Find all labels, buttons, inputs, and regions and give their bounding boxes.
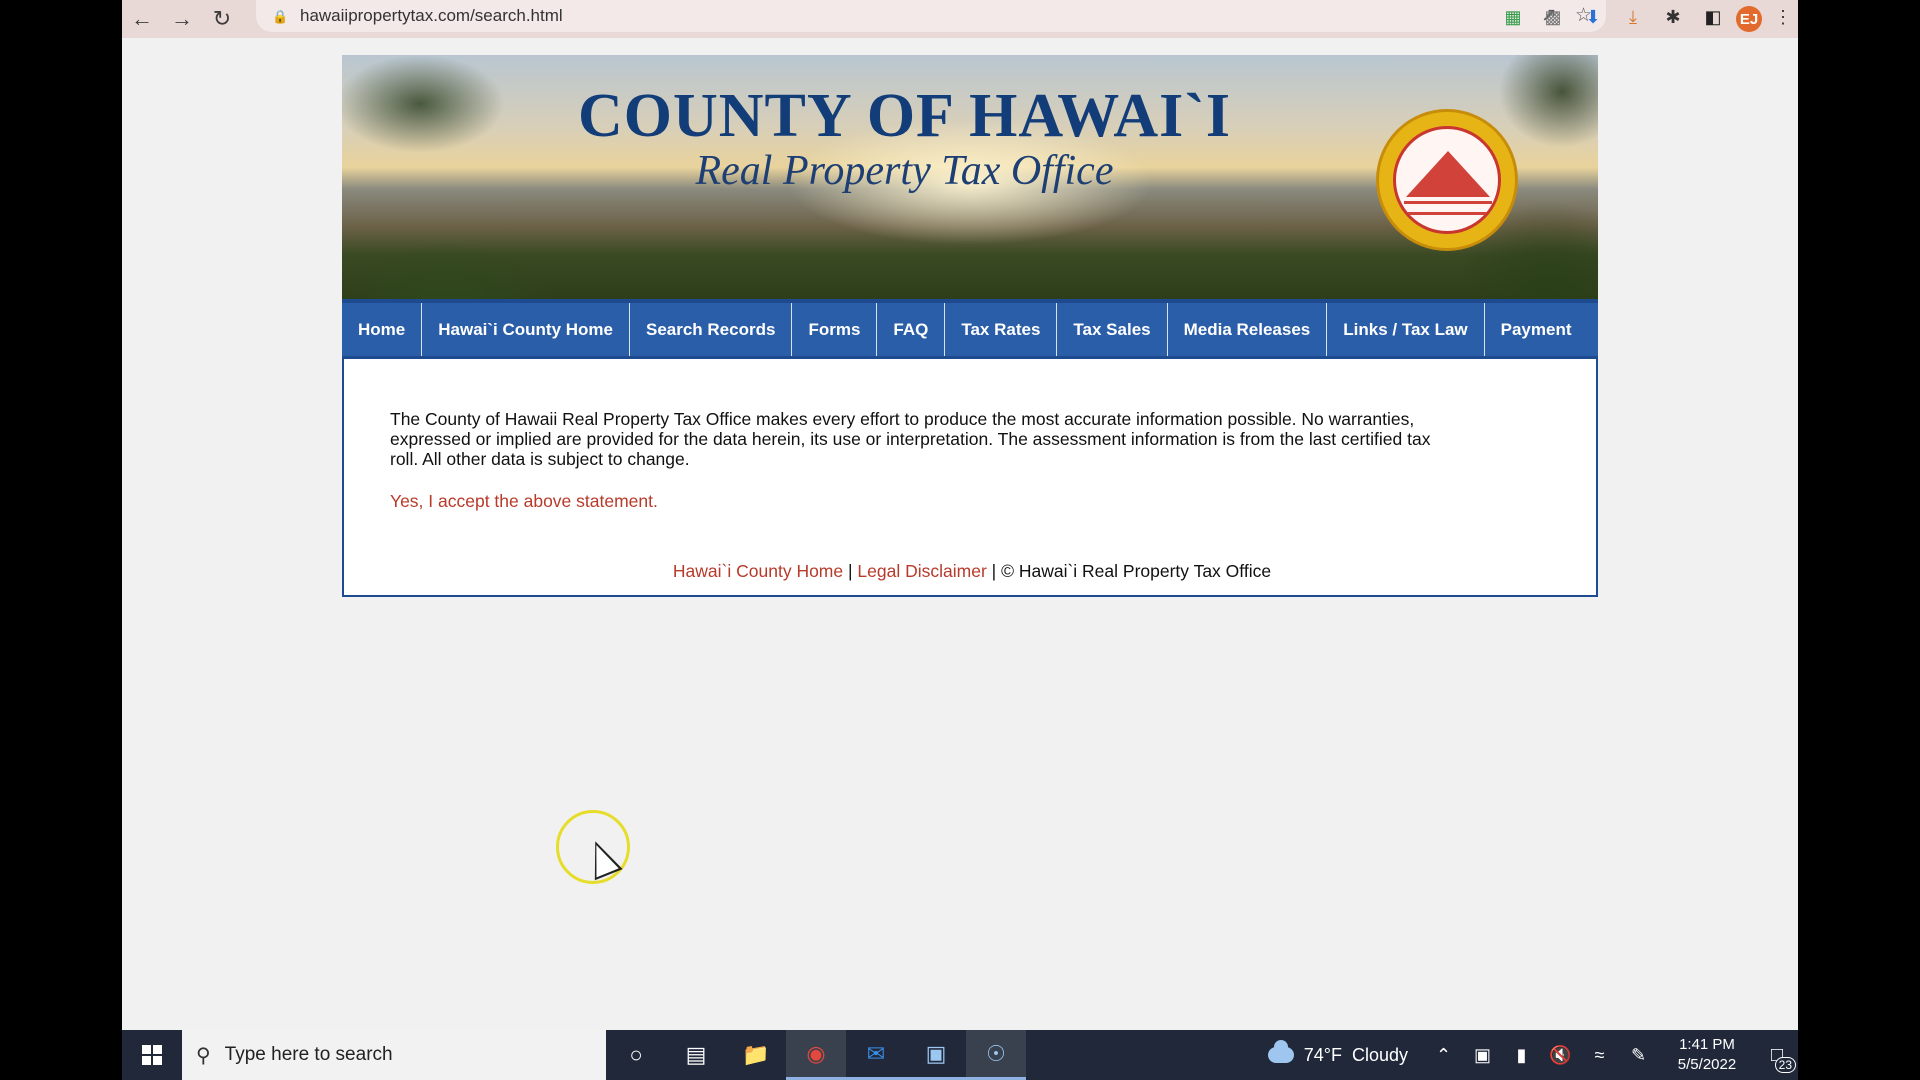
address-bar[interactable]: 🔒 hawaiipropertytax.com/search.html ↗ ☆ [256,0,1606,32]
nav-tax-rates[interactable]: Tax Rates [945,303,1058,356]
banner-subtitle: Real Property Tax Office [695,148,1114,194]
main-nav: Home Hawai`i County Home Search Records … [342,299,1598,359]
outlook-icon[interactable]: ✉ [846,1030,906,1080]
extension-icon[interactable]: ▦ [1500,3,1526,31]
nav-faq[interactable]: FAQ [877,303,946,356]
taskbar-search[interactable]: ⚲ Type here to search [182,1030,606,1080]
search-placeholder: Type here to search [224,1044,393,1065]
menu-dots-icon[interactable]: ⋮ [1770,3,1796,31]
system-tray: 74°F Cloudy ⌃ ▣ ▮ 🔇 ≈ ✎ 1:41 PM 5/5/2022… [1267,1030,1798,1080]
footer-separator: | [991,561,997,581]
pen-icon[interactable]: ✎ [1619,1045,1658,1066]
side-panel-icon[interactable]: ◧ [1700,3,1726,31]
weather-widget[interactable]: 74°F Cloudy [1267,1040,1408,1066]
nav-links-tax-law[interactable]: Links / Tax Law [1327,303,1485,356]
screen-recorder-icon[interactable]: ☉ [966,1030,1026,1080]
cloud-icon [1267,1040,1294,1063]
lock-icon: 🔒 [272,9,289,24]
photos-app-icon[interactable]: ▣ [906,1030,966,1080]
nav-media-releases[interactable]: Media Releases [1168,303,1328,356]
chevron-up-icon[interactable]: ⌃ [1424,1045,1463,1066]
banner-title: COUNTY OF HAWAI`I [577,82,1232,150]
nav-county-home[interactable]: Hawai`i County Home [422,303,630,356]
nav-search-records[interactable]: Search Records [630,303,793,356]
disclaimer-text: The County of Hawaii Real Property Tax O… [390,409,1431,469]
download-extension-icon[interactable]: ⬇ [1580,3,1606,31]
battery-icon[interactable]: ▮ [1502,1045,1541,1066]
header-banner: COUNTY OF HAWAI`I Real Property Tax Offi… [342,55,1598,299]
page: COUNTY OF HAWAI`I Real Property Tax Offi… [342,55,1598,597]
nav-payment[interactable]: Payment [1485,303,1588,356]
screen: ← → ↻ 🔒 hawaiipropertytax.com/search.htm… [122,0,1798,1080]
clock[interactable]: 1:41 PM 5/5/2022 [1664,1035,1750,1075]
nav-home[interactable]: Home [342,303,423,356]
accept-statement-link[interactable]: Yes, I accept the above statement. [390,491,658,512]
extension-icon[interactable]: ▩ [1540,3,1566,31]
clock-date: 5/5/2022 [1677,1056,1737,1073]
weather-temp: 74°F [1303,1044,1342,1065]
footer-county-home-link[interactable]: Hawai`i County Home [673,561,843,581]
speaker-muted-icon[interactable]: 🔇 [1541,1045,1580,1066]
notifications-icon[interactable]: □ 23 [1756,1044,1798,1073]
back-arrow-icon[interactable]: ← [122,0,162,38]
taskbar: ⚲ Type here to search ○ ▤ 📁 ◉ ✉ ▣ ☉ 74°F… [122,1030,1798,1080]
extensions-puzzle-icon[interactable]: ✱ [1660,3,1686,31]
nav-forms[interactable]: Forms [792,303,878,356]
nav-tax-sales[interactable]: Tax Sales [1057,303,1168,356]
notification-count: 23 [1774,1056,1796,1073]
file-explorer-icon[interactable]: 📁 [726,1030,786,1080]
url-text[interactable]: hawaiipropertytax.com/search.html [300,6,563,26]
task-view-icon[interactable]: ▤ [666,1030,726,1080]
meet-now-icon[interactable]: ▣ [1463,1045,1502,1066]
download-icon[interactable]: ⤓ [1620,3,1646,31]
footer-separator: | [848,561,853,581]
reload-icon[interactable]: ↻ [202,0,242,38]
footer-copyright: © Hawai`i Real Property Tax Office [1001,561,1272,581]
content-panel: The County of Hawaii Real Property Tax O… [342,359,1598,597]
cortana-icon[interactable]: ○ [606,1030,666,1080]
footer-legal-disclaimer-link[interactable]: Legal Disclaimer [857,561,986,581]
county-seal-logo [1376,109,1518,251]
forward-arrow-icon[interactable]: → [162,0,202,38]
page-footer: Hawai`i County Home | Legal Disclaimer |… [344,561,1600,582]
clock-time: 1:41 PM [1679,1036,1735,1053]
wifi-icon[interactable]: ≈ [1580,1045,1619,1066]
browser-toolbar: ← → ↻ 🔒 hawaiipropertytax.com/search.htm… [122,0,1798,38]
chrome-icon[interactable]: ◉ [786,1030,846,1080]
search-icon: ⚲ [196,1044,211,1067]
windows-logo-icon [142,1045,162,1065]
weather-desc: Cloudy [1351,1044,1408,1065]
start-button[interactable] [122,1030,182,1080]
profile-avatar[interactable]: EJ [1736,6,1762,32]
